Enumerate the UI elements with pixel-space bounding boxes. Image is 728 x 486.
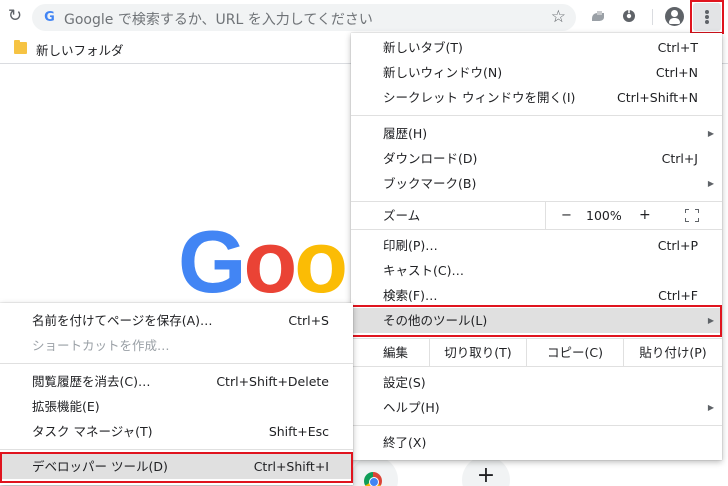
paste-button[interactable]: 貼り付け(P) — [623, 339, 722, 366]
menu-zoom-row: ズーム − 100% + — [351, 202, 722, 229]
zoom-in-button[interactable]: + — [639, 202, 651, 229]
zoom-controls: − 100% + — [545, 202, 722, 229]
menu-separator — [0, 363, 353, 364]
zoom-label: ズーム — [383, 208, 421, 223]
menu-item-new-window[interactable]: 新しいウィンドウ(N) Ctrl+N — [351, 60, 722, 85]
zoom-out-button[interactable]: − — [561, 202, 572, 229]
menu-separator — [351, 425, 722, 426]
submenu-item-extensions[interactable]: 拡張機能(E) — [0, 394, 353, 419]
submenu-item-task-manager[interactable]: タスク マネージャ(T) Shift+Esc — [0, 419, 353, 444]
highlight-menu-button — [690, 0, 724, 34]
menu-separator — [351, 115, 722, 116]
bookmark-star-icon[interactable]: ☆ — [551, 7, 566, 27]
address-placeholder: Google で検索するか、URL を入力してください — [64, 12, 373, 28]
extension-2-icon[interactable] — [620, 7, 638, 25]
plus-icon: + — [476, 463, 496, 486]
copy-button[interactable]: コピー(C) — [526, 339, 623, 366]
menu-item-bookmarks[interactable]: ブックマーク(B) ▶ — [351, 171, 722, 196]
menu-separator — [0, 449, 353, 450]
shortcut-tile[interactable] — [350, 456, 398, 486]
submenu-item-create-shortcut: ショートカットを作成… — [32, 338, 170, 353]
menu-item-new-tab[interactable]: 新しいタブ(T) Ctrl+T — [351, 35, 722, 60]
chrome-main-menu: 新しいタブ(T) Ctrl+T 新しいウィンドウ(N) Ctrl+N シークレット … — [351, 33, 722, 460]
edit-label: 編集 — [383, 345, 409, 360]
add-shortcut-button[interactable]: + — [462, 456, 510, 486]
menu-item-cast[interactable]: キャスト(C)… — [351, 258, 722, 283]
zoom-level: 100% — [586, 208, 622, 223]
menu-separator — [351, 366, 722, 367]
menu-item-help[interactable]: ヘルプ(H) ▶ — [351, 395, 722, 420]
extension-icon[interactable] — [589, 7, 607, 25]
menu-item-print[interactable]: 印刷(P)… Ctrl+P — [351, 233, 722, 258]
google-logo: Goo — [178, 212, 348, 311]
menu-separator — [351, 229, 722, 230]
menu-item-exit[interactable]: 終了(X) — [351, 430, 722, 455]
browser-window: ↻ G Google で検索するか、URL を入力してください ☆ 新しいフォル… — [0, 0, 728, 486]
highlight-more-tools — [349, 305, 722, 337]
cut-button[interactable]: 切り取り(T) — [429, 339, 526, 366]
highlight-developer-tools — [0, 452, 353, 483]
menu-item-settings[interactable]: 設定(S) — [351, 370, 722, 395]
menu-item-history[interactable]: 履歴(H) ▶ — [351, 121, 722, 146]
submenu-item-save-page[interactable]: 名前を付けてページを保存(A)… Ctrl+S — [0, 308, 353, 333]
bookmark-folder-new[interactable]: 新しいフォルダ — [36, 40, 124, 59]
chrome-icon — [364, 472, 382, 486]
profile-avatar-icon[interactable] — [665, 7, 684, 26]
address-bar[interactable]: G Google で検索するか、URL を入力してください ☆ — [32, 4, 576, 31]
menu-item-downloads[interactable]: ダウンロード(D) Ctrl+J — [351, 146, 722, 171]
reload-icon[interactable]: ↻ — [4, 5, 26, 27]
submenu-arrow-icon: ▶ — [707, 129, 714, 138]
toolbar-divider — [652, 9, 653, 25]
folder-icon — [14, 40, 27, 54]
submenu-arrow-icon: ▶ — [707, 179, 714, 188]
google-g-icon: G — [44, 10, 55, 25]
submenu-arrow-icon: ▶ — [707, 403, 714, 412]
menu-edit-row: 編集 切り取り(T) コピー(C) 貼り付け(P) — [351, 339, 722, 366]
menu-item-incognito[interactable]: シークレット ウィンドウを開く(I) Ctrl+Shift+N — [351, 85, 722, 110]
submenu-item-clear-history[interactable]: 閲覧履歴を消去(C)… Ctrl+Shift+Delete — [0, 369, 353, 394]
toolbar: ↻ G Google で検索するか、URL を入力してください ☆ — [0, 0, 728, 34]
fullscreen-icon[interactable] — [685, 209, 699, 222]
